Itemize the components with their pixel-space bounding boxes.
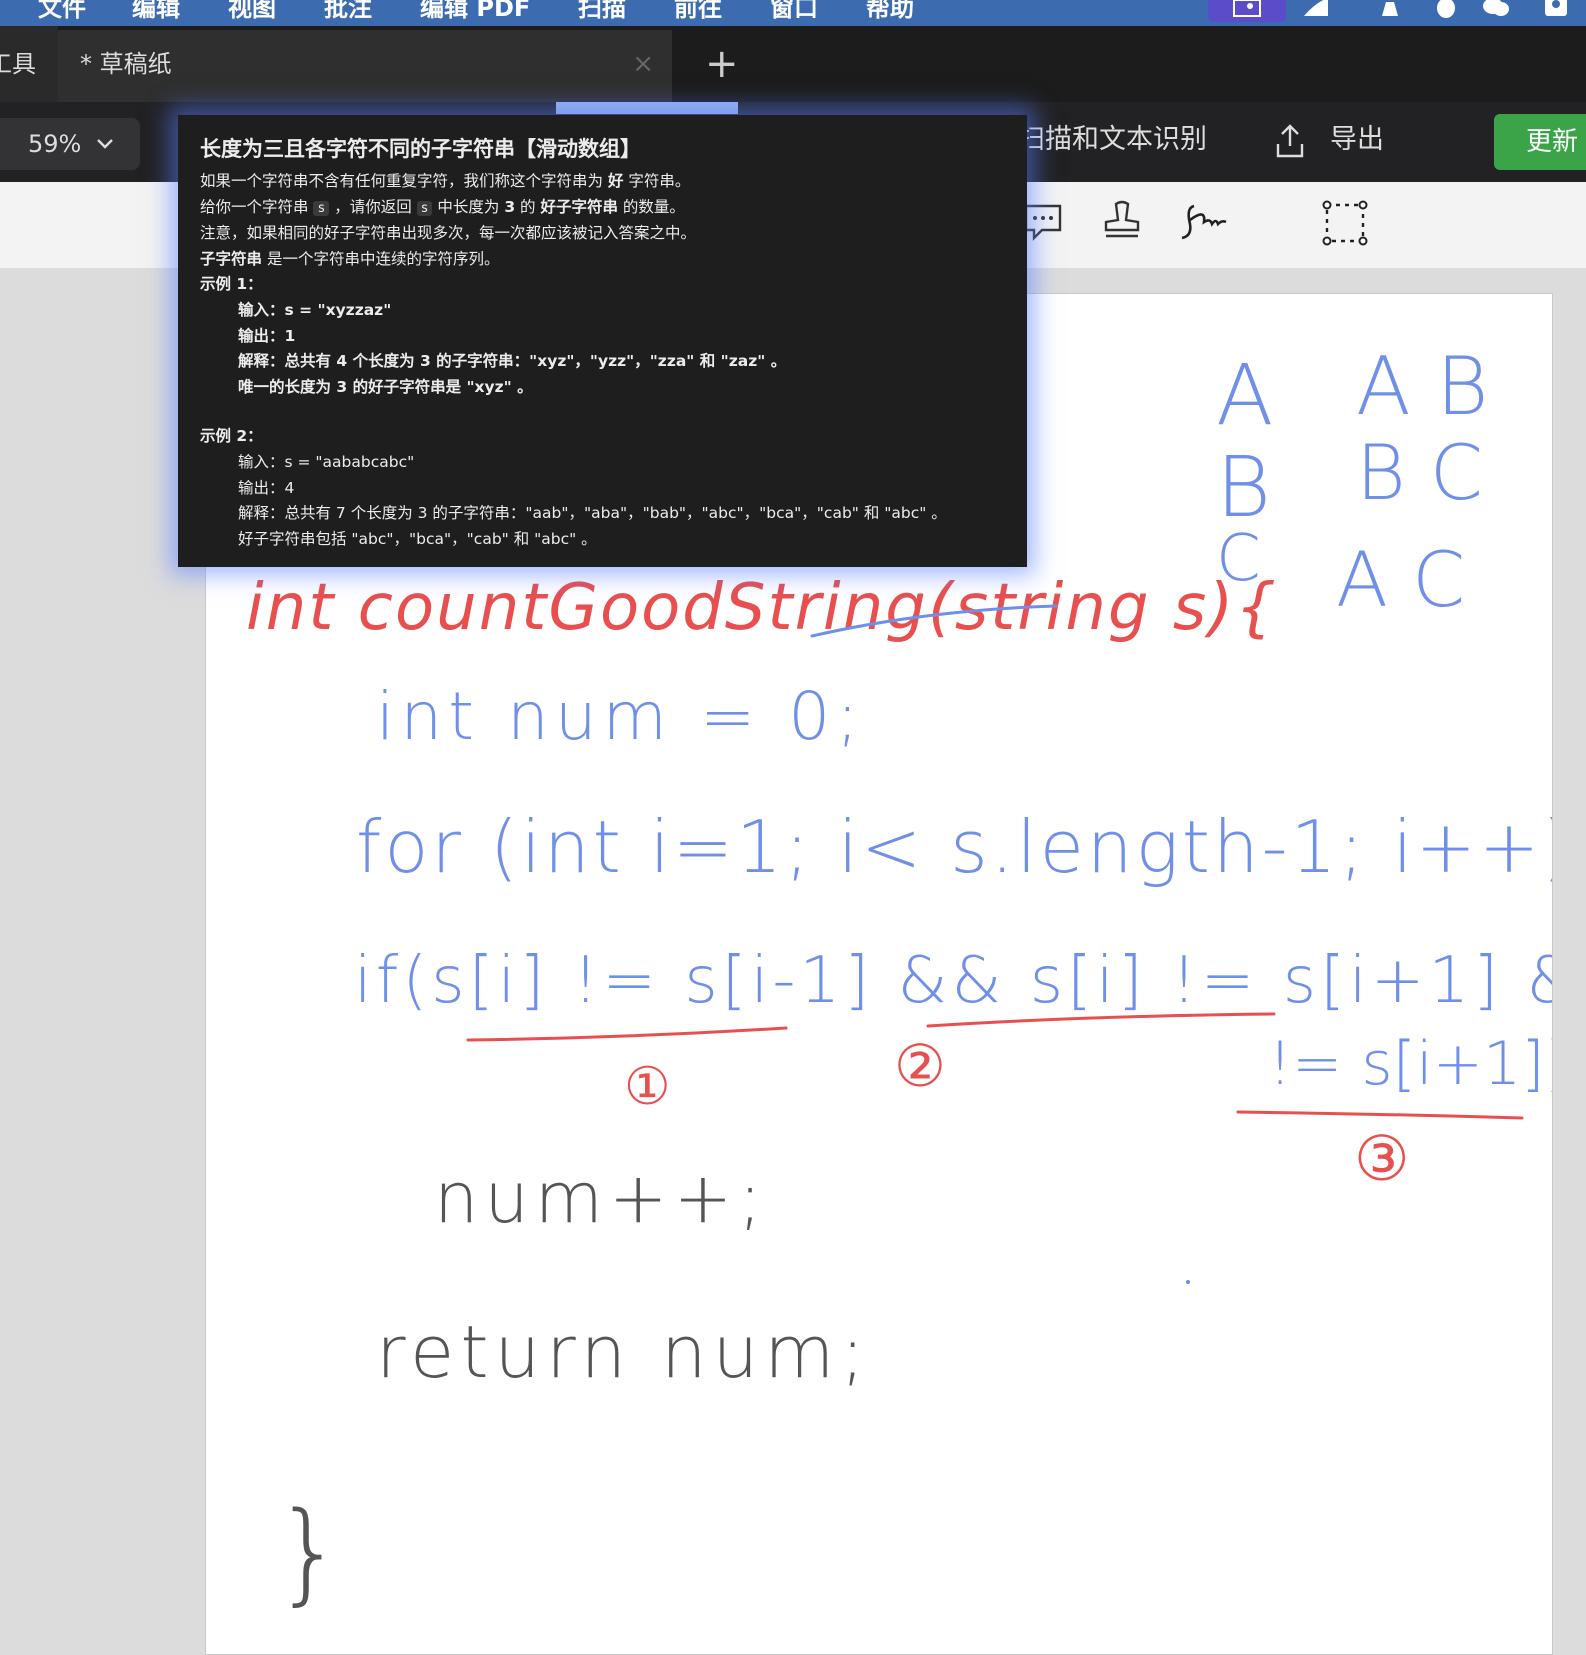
- person-screen-icon: [1233, 0, 1261, 17]
- example-1-explanation: 解释：总共有 4 个长度为 3 的子字符串："xyz"，"yzz"，"zza" …: [238, 352, 787, 371]
- zoom-value: 59%: [28, 130, 82, 158]
- popup-bold: 好子字符串: [540, 197, 618, 216]
- ink-mark-3: ③: [1354, 1122, 1410, 1195]
- ink-line-increment: num++;: [434, 1157, 768, 1239]
- tab-tools-label: 工具: [0, 50, 36, 78]
- example-1-output: 输出：1: [238, 326, 296, 345]
- popup-text: 中长度为: [432, 197, 505, 216]
- user-icon[interactable]: [1542, 0, 1570, 18]
- menu-help[interactable]: 帮助: [866, 0, 914, 23]
- menu-edit-pdf[interactable]: 编辑 PDF: [420, 0, 530, 23]
- example-2-explanation-2: 好子字符串包括 "abc"，"bca"，"cab" 和 "abc" 。: [238, 529, 597, 548]
- example-1-explanation-2: 唯一的长度为 3 的好子字符串是 "xyz" 。: [238, 377, 533, 396]
- ink-closing-brace: }: [274, 1488, 344, 1616]
- screen-share-status[interactable]: [1208, 0, 1286, 22]
- chevron-down-icon: [97, 139, 113, 149]
- ink-pair-ab: A B: [1356, 340, 1489, 433]
- tab-scratchpad[interactable]: * 草稿纸 ×: [58, 30, 672, 102]
- wechat-icon[interactable]: [1482, 0, 1510, 18]
- popup-text: 给你一个字符串: [200, 197, 314, 216]
- menu-window[interactable]: 窗口: [770, 0, 818, 23]
- popup-text: ，请你返回: [329, 197, 417, 216]
- menu-view[interactable]: 视图: [228, 0, 276, 23]
- tab-tools[interactable]: 工具: [0, 26, 58, 102]
- penguin-icon[interactable]: [1432, 0, 1460, 18]
- signature-icon[interactable]: [1176, 200, 1228, 244]
- menu-go[interactable]: 前往: [674, 0, 722, 23]
- popup-text: 如果一个字符串不含有任何重复字符，我们称这个字符串为: [200, 172, 608, 190]
- example-2-output: 输出：4: [238, 478, 295, 497]
- close-tab-icon[interactable]: ×: [632, 30, 654, 98]
- ink-dot: [1186, 1280, 1190, 1284]
- popup-line-3: 注意，如果相同的好子字符串出现多次，每一次都应该被记入答案之中。: [200, 224, 697, 243]
- menu-bar: 文件 编辑 视图 批注 编辑 PDF 扫描 前往 窗口 帮助: [0, 0, 1586, 26]
- export-icon[interactable]: [1276, 124, 1304, 158]
- ink-line-if-cont: != s[i+1]): [1268, 1029, 1552, 1099]
- tab-scratchpad-label: * 草稿纸: [80, 50, 172, 78]
- ink-pair-bc: B C: [1356, 428, 1483, 517]
- example-1-input: 输入：s = "xyzzaz": [238, 300, 392, 319]
- example-2-input: 输入：s = "aababcabc": [238, 452, 415, 471]
- ink-mark-2: ②: [894, 1032, 946, 1100]
- zoom-dropdown[interactable]: 59%: [0, 118, 140, 170]
- stamp-icon[interactable]: [1102, 200, 1142, 244]
- popup-bold: 3: [504, 197, 516, 216]
- example-2-explanation: 解释：总共有 7 个长度为 3 的子字符串："aab"，"aba"，"bab"，…: [238, 504, 947, 523]
- ink-mark-1: ①: [624, 1057, 671, 1117]
- scan-ocr-button[interactable]: 扫描和文本识别: [1018, 118, 1207, 162]
- popup-line-4: 子字符串 是一个字符串中连续的字符序列。: [200, 247, 1005, 273]
- new-tab-button[interactable]: +: [705, 40, 739, 88]
- fox-icon[interactable]: [1302, 0, 1330, 18]
- export-button[interactable]: 导出: [1330, 118, 1384, 162]
- popup-text: 的: [515, 197, 541, 216]
- pin-icon[interactable]: [1376, 0, 1404, 18]
- popup-line-2: 给你一个字符串 s ，请你返回 s 中长度为 3 的 好子字符串 的数量。: [200, 195, 1005, 222]
- popup-text: 是一个字符串中连续的字符序列。: [262, 249, 500, 268]
- popup-line-1: 如果一个字符串不含有任何重复字符，我们称这个字符串为 好 字符串。: [200, 169, 1005, 195]
- ink-underline-3: [1236, 1110, 1524, 1120]
- menu-annotate[interactable]: 批注: [324, 0, 372, 23]
- comment-icon[interactable]: [1022, 200, 1064, 244]
- popup-bold: 子字符串: [200, 249, 263, 268]
- popup-text: 的数量。: [617, 197, 685, 216]
- example-2-title: 示例 2：: [200, 427, 263, 446]
- menu-scan[interactable]: 扫描: [578, 0, 626, 23]
- ink-letter-a1: A: [1216, 346, 1273, 444]
- popup-title: 长度为三且各字符不同的子字符串【滑动数组】: [200, 137, 641, 161]
- problem-popup: 长度为三且各字符不同的子字符串【滑动数组】 如果一个字符串不含有任何重复字符，我…: [178, 115, 1027, 567]
- toolbar-highlight: [556, 102, 738, 114]
- ink-line-if: if(s[i] != s[i-1] && s[i] != s[i+1] && s…: [354, 944, 1552, 1018]
- menu-edit[interactable]: 编辑: [132, 0, 180, 23]
- popup-code: s: [313, 200, 330, 216]
- ink-line-return: return num;: [376, 1310, 871, 1394]
- menu-file[interactable]: 文件: [38, 0, 86, 23]
- update-button[interactable]: 更新: [1494, 114, 1586, 170]
- popup-code: s: [416, 200, 433, 216]
- ink-line-for: for (int i=1; i< s.length-1; i++){: [356, 805, 1552, 889]
- ink-line-num: int num = 0;: [376, 678, 864, 755]
- popup-bold: 好: [607, 172, 624, 190]
- example-1-title: 示例 1：: [200, 275, 263, 294]
- ink-function-signature: int countGoodString(string s){: [246, 571, 1278, 645]
- selection-rect-icon[interactable]: [1322, 200, 1368, 246]
- ink-underline-1: [466, 1026, 788, 1042]
- ink-pair-ac: A C: [1336, 535, 1465, 624]
- popup-text: 字符串。: [623, 172, 691, 190]
